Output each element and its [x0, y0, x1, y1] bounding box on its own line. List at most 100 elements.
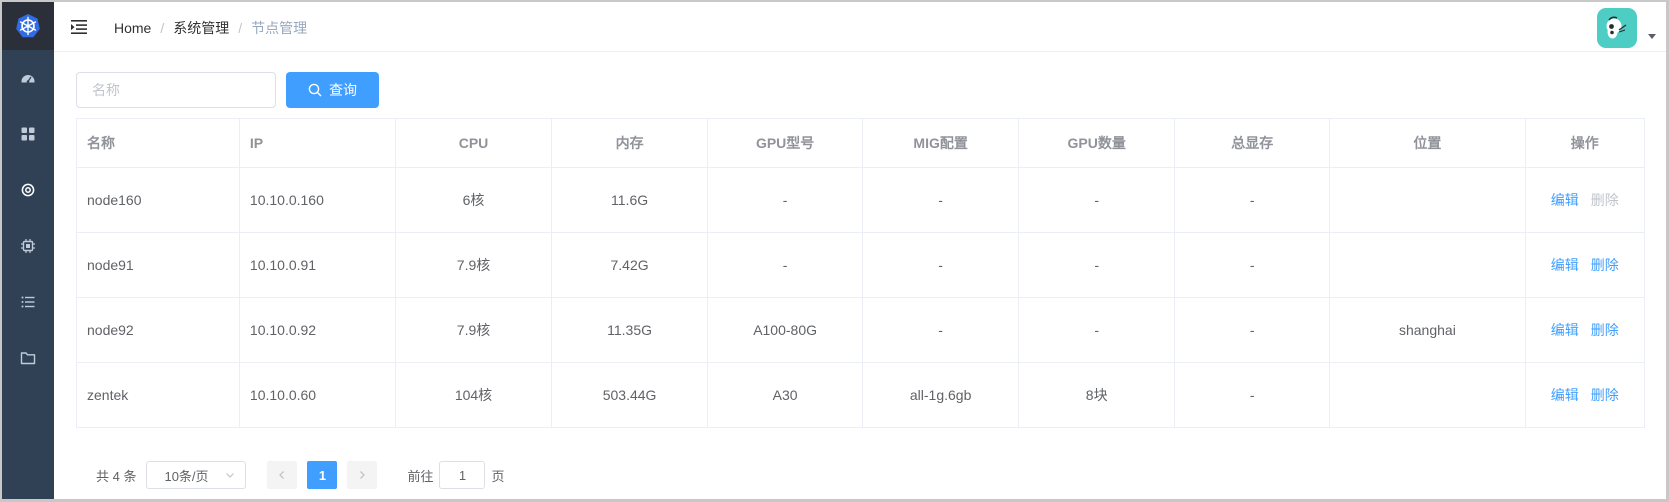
column-header-gpu-count: GPU数量	[1018, 119, 1176, 168]
navbar: Home / 系统管理 / 节点管理	[54, 2, 1666, 52]
table-row: zentek 10.10.0.60 104核 503.44G A30 all-1…	[77, 362, 1644, 427]
cell-vram: -	[1174, 362, 1331, 427]
column-header-memory: 内存	[551, 119, 709, 168]
query-button-label: 查询	[329, 82, 357, 98]
cell-name: zentek	[77, 362, 240, 427]
cell-gpu-count: -	[1018, 232, 1176, 298]
cell-ip: 10.10.0.60	[239, 362, 396, 427]
menu-fold-icon[interactable]	[70, 18, 88, 36]
pagination: 共 4 条 10条/页 1 前往 页	[96, 461, 505, 489]
cell-gpu-model: A30	[707, 362, 864, 427]
goto-suffix: 页	[491, 468, 505, 484]
nodes-table: 名称 IP CPU 内存 GPU型号 MIG配置 GPU数量 总显存 位置 操作…	[76, 118, 1645, 428]
sidebar-item-list[interactable]	[2, 274, 54, 330]
cell-vram: -	[1174, 297, 1331, 363]
chevron-left-icon	[279, 471, 285, 479]
delete-button[interactable]: 删除	[1591, 320, 1619, 340]
edit-button[interactable]: 编辑	[1551, 255, 1579, 275]
dashboard-icon	[21, 75, 35, 83]
table-row: node91 10.10.0.91 7.9核 7.42G - - - - 编辑删…	[77, 232, 1644, 298]
cell-location	[1329, 362, 1526, 427]
cell-actions: 编辑 删除	[1525, 167, 1644, 233]
cell-actions: 编辑 删除	[1525, 362, 1644, 427]
cell-memory: 7.42G	[551, 232, 709, 298]
breadcrumb: Home / 系统管理 / 节点管理	[114, 18, 307, 38]
edit-button[interactable]: 编辑	[1551, 190, 1579, 210]
sidebar-item-chip[interactable]	[2, 218, 54, 274]
cell-gpu-model: A100-80G	[707, 297, 864, 363]
name-search-input[interactable]	[76, 72, 276, 108]
cell-gpu-count: -	[1018, 297, 1176, 363]
cell-name: node91	[77, 232, 240, 298]
cell-memory: 11.35G	[551, 297, 709, 363]
chip-icon	[21, 239, 35, 253]
edit-button[interactable]: 编辑	[1551, 320, 1579, 340]
sidebar-item-grid[interactable]	[2, 106, 54, 162]
cell-ip: 10.10.0.160	[239, 167, 396, 233]
cell-cpu: 7.9核	[395, 232, 553, 298]
cell-name: node160	[77, 167, 240, 233]
edit-button[interactable]: 编辑	[1551, 385, 1579, 405]
page-size-value: 10条/页	[164, 468, 209, 484]
query-button[interactable]: 查询	[286, 72, 379, 108]
breadcrumb-current: 节点管理	[251, 20, 308, 36]
sidebar-item-settings[interactable]	[2, 162, 54, 218]
table-row: node92 10.10.0.92 7.9核 11.35G A100-80G -…	[77, 297, 1644, 363]
delete-button[interactable]: 删除	[1591, 255, 1619, 275]
breadcrumb-home[interactable]: Home	[114, 20, 151, 36]
list-icon	[21, 296, 35, 308]
column-header-vram: 总显存	[1174, 119, 1331, 168]
page-size-select[interactable]: 10条/页	[146, 461, 247, 489]
logo[interactable]	[2, 2, 54, 50]
cell-mig: all-1g.6gb	[862, 362, 1020, 427]
cell-gpu-model: -	[707, 232, 864, 298]
column-header-cpu: CPU	[395, 119, 553, 168]
cell-vram: -	[1174, 167, 1331, 233]
cell-ip: 10.10.0.91	[239, 232, 396, 298]
next-page-button[interactable]	[347, 461, 378, 489]
cell-cpu: 6核	[395, 167, 553, 233]
avatar[interactable]	[1597, 8, 1637, 48]
cell-mig: -	[862, 167, 1020, 233]
cell-cpu: 104核	[395, 362, 553, 427]
goto-prefix: 前往	[407, 468, 434, 484]
cell-vram: -	[1174, 232, 1331, 298]
column-header-location: 位置	[1329, 119, 1526, 168]
grid-icon	[21, 127, 35, 141]
search-icon	[308, 83, 322, 97]
sidebar-item-folder[interactable]	[2, 330, 54, 386]
column-header-actions: 操作	[1525, 119, 1644, 168]
goto-page-input[interactable]	[439, 461, 486, 489]
breadcrumb-separator: /	[160, 20, 165, 36]
folder-icon	[20, 352, 36, 365]
cell-actions: 编辑 删除	[1525, 297, 1644, 363]
cell-actions: 编辑 删除	[1525, 232, 1644, 298]
kubernetes-logo-icon	[16, 14, 40, 38]
cell-name: node92	[77, 297, 240, 363]
sidebar-item-dashboard[interactable]	[2, 50, 54, 106]
cell-location: shanghai	[1329, 297, 1526, 363]
page-jumper: 前往 页	[407, 461, 505, 489]
gear-icon	[21, 183, 35, 197]
cell-gpu-count: -	[1018, 167, 1176, 233]
cell-gpu-count: 8块	[1018, 362, 1176, 427]
page-number-current[interactable]: 1	[307, 461, 338, 489]
cell-location	[1329, 167, 1526, 233]
user-avatar-icon	[1606, 16, 1627, 39]
cell-memory: 503.44G	[551, 362, 709, 427]
breadcrumb-system-management[interactable]: 系统管理	[173, 18, 229, 38]
sidebar	[2, 2, 54, 500]
delete-button[interactable]: 删除	[1591, 385, 1619, 405]
cell-cpu: 7.9核	[395, 297, 553, 363]
delete-button-disabled[interactable]: 删除	[1591, 190, 1619, 210]
table-header-row: 名称 IP CPU 内存 GPU型号 MIG配置 GPU数量 总显存 位置 操作	[77, 119, 1644, 168]
cell-mig: -	[862, 297, 1020, 363]
chevron-down-icon	[226, 473, 235, 478]
prev-page-button[interactable]	[267, 461, 298, 489]
column-header-ip: IP	[239, 119, 396, 168]
chevron-right-icon	[360, 471, 366, 479]
avatar-dropdown-caret-icon[interactable]	[1648, 34, 1656, 39]
column-header-name: 名称	[77, 119, 240, 168]
breadcrumb-separator: /	[238, 20, 243, 36]
column-header-mig: MIG配置	[862, 119, 1020, 168]
